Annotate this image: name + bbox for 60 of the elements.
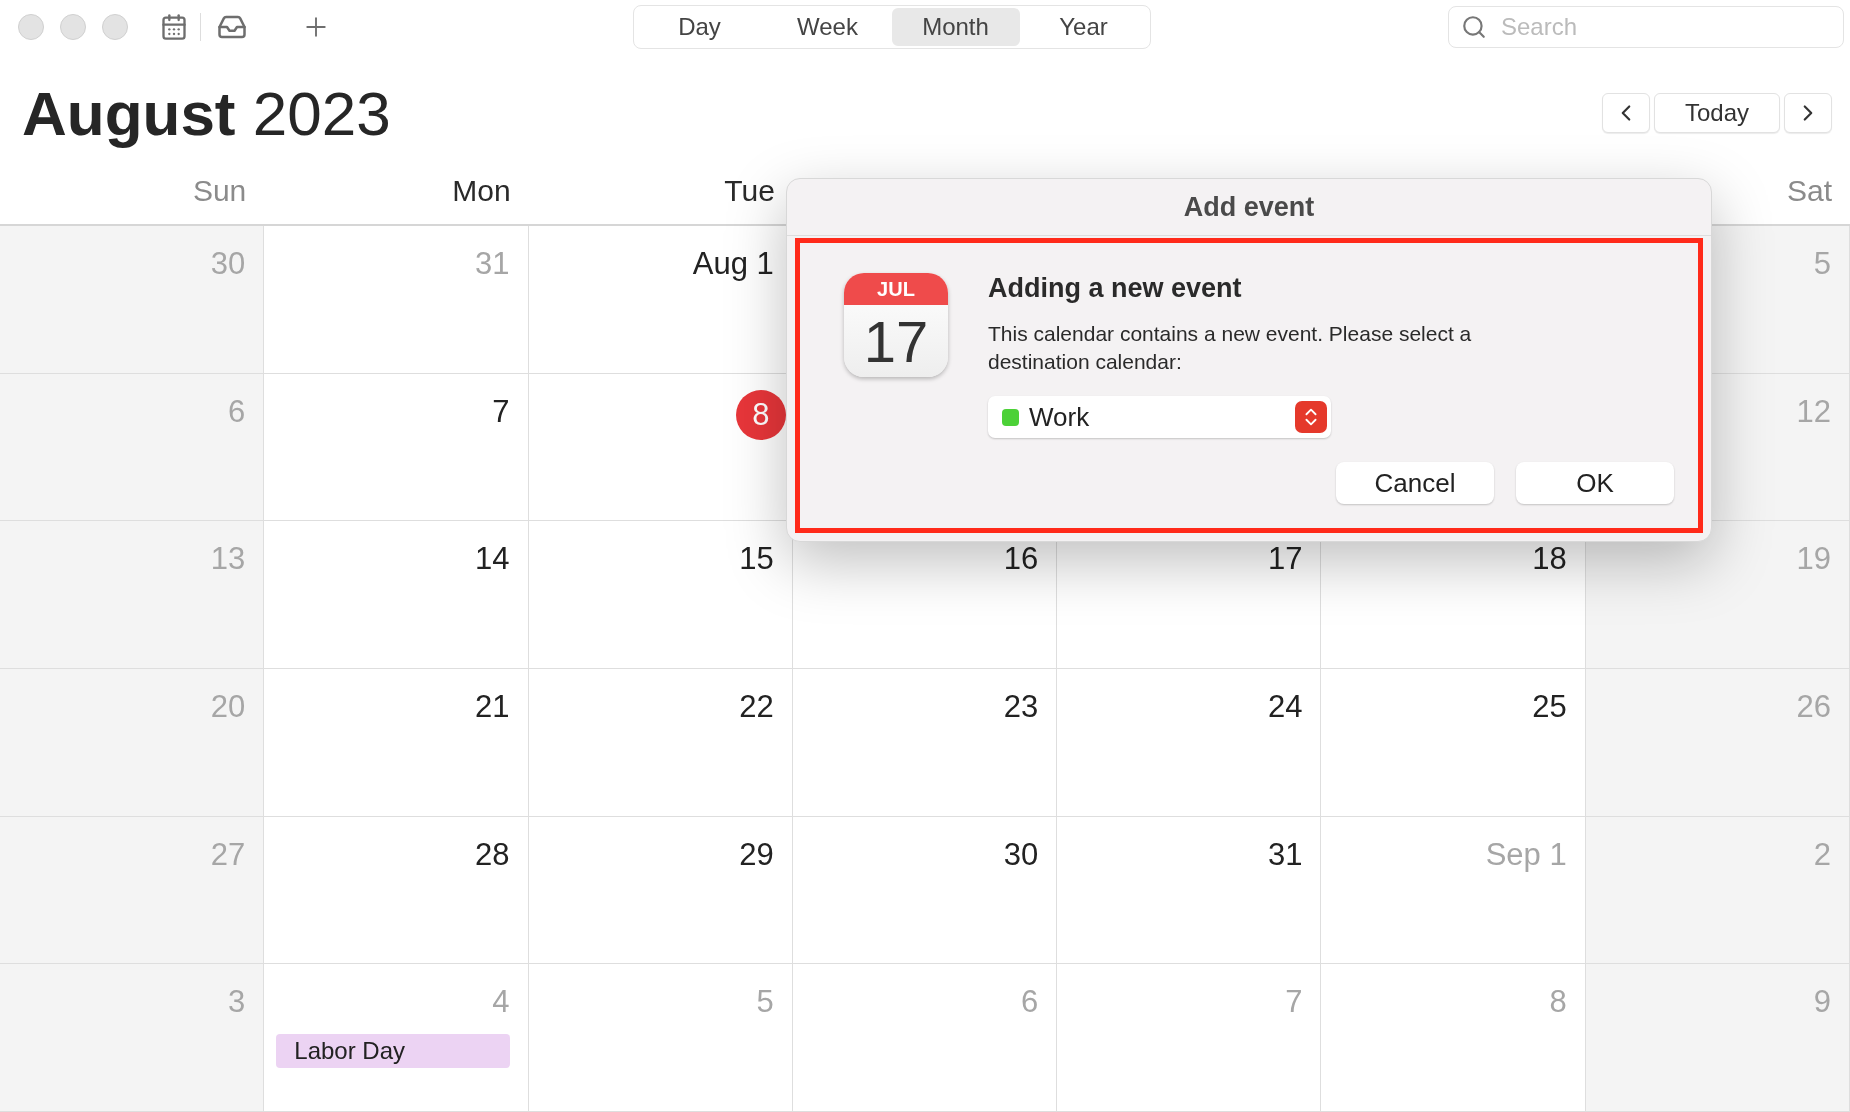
view-tab[interactable]: Month: [891, 8, 1020, 46]
day-number: 21: [475, 689, 510, 725]
day-number: 22: [739, 689, 774, 725]
day-number: 31: [1267, 836, 1303, 873]
day-number: 18: [1532, 541, 1567, 578]
day-number: 30: [210, 246, 246, 282]
dialog-heading: Adding a new event: [988, 273, 1243, 304]
cancel-button[interactable]: Cancel: [1336, 462, 1494, 504]
day-number: 26: [1796, 689, 1831, 725]
day-number: 15: [739, 541, 774, 578]
day-number: 3: [228, 984, 246, 1021]
month-title: August 2023: [22, 77, 391, 149]
day-number: 12: [1796, 393, 1831, 430]
day-number: 29: [739, 836, 774, 873]
view-tab[interactable]: Week: [763, 8, 892, 46]
day-number: 9: [1813, 984, 1831, 1021]
day-number: 19: [1796, 541, 1831, 578]
day-number: 25: [1532, 689, 1567, 725]
day-number: 20: [210, 689, 246, 725]
weekday-label: Tue: [724, 174, 776, 208]
day-number: 14: [475, 541, 510, 578]
stepper-icon: [1295, 401, 1327, 433]
view-tab[interactable]: Year: [1019, 8, 1148, 46]
today-button[interactable]: Today: [1654, 93, 1780, 133]
dialog-title: Add event: [787, 179, 1711, 236]
search-input[interactable]: Search: [1499, 12, 1831, 42]
day-number: 28: [475, 836, 510, 873]
day-number: 30: [1003, 836, 1039, 873]
calendar-select[interactable]: Work: [988, 396, 1331, 438]
day-number: 27: [210, 836, 246, 873]
weekday-label: Mon: [452, 174, 512, 208]
day-number: 8: [1549, 984, 1567, 1021]
search-icon: [1461, 14, 1487, 40]
day-number: 5: [1813, 246, 1831, 282]
day-number: 2: [1813, 836, 1831, 873]
next-button[interactable]: [1784, 93, 1832, 133]
ok-button[interactable]: OK: [1516, 462, 1674, 504]
day-number: 23: [1003, 689, 1039, 725]
previous-button[interactable]: [1602, 93, 1650, 133]
day-number: 6: [228, 393, 246, 430]
calendar-event[interactable]: Labor Day: [276, 1034, 510, 1069]
day-number: 7: [492, 393, 510, 430]
day-number: 5: [756, 984, 774, 1021]
weekday-label: Sat: [1786, 174, 1833, 208]
day-number: 16: [1003, 541, 1039, 578]
view-tab[interactable]: Day: [635, 8, 764, 46]
day-number: 13: [210, 541, 246, 578]
day-number: 31: [475, 246, 510, 282]
today-date: 8: [735, 389, 786, 440]
search-field[interactable]: Search: [1448, 6, 1844, 48]
day-number: 6: [1020, 984, 1039, 1021]
day-number: 4: [492, 984, 510, 1021]
dialog-message: This calendar contains a new event. Please select a destination calendar:: [988, 321, 1473, 375]
day-number: 17: [1267, 541, 1303, 578]
day-number: Aug 1: [692, 246, 774, 282]
day-number: 24: [1267, 689, 1303, 725]
day-number: 7: [1285, 984, 1303, 1021]
day-number: Sep 1: [1485, 836, 1567, 873]
calendar-app-icon: JUL 17: [844, 273, 948, 377]
weekday-label: Sun: [192, 174, 248, 208]
